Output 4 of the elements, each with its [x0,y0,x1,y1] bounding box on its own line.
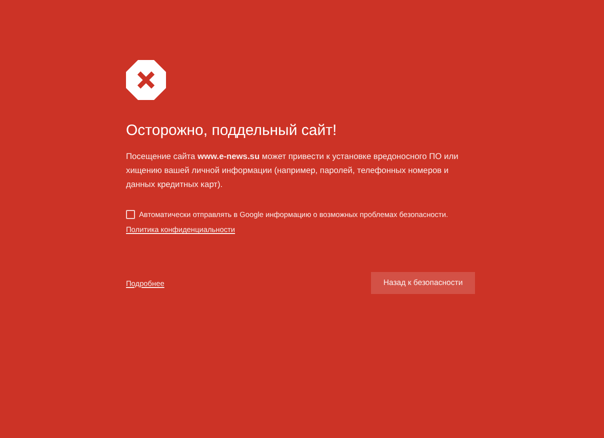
error-icon [126,60,166,100]
warning-message: Посещение сайта www.e-news.su может привести к установке вредоносного ПО или хищению вашей личной информации (например, паролей, телефонных номеров и данных кредитных карт). [126,150,460,191]
warning-title: Осторожно, поддельный сайт! [126,122,338,140]
checkbox[interactable] [126,210,135,220]
